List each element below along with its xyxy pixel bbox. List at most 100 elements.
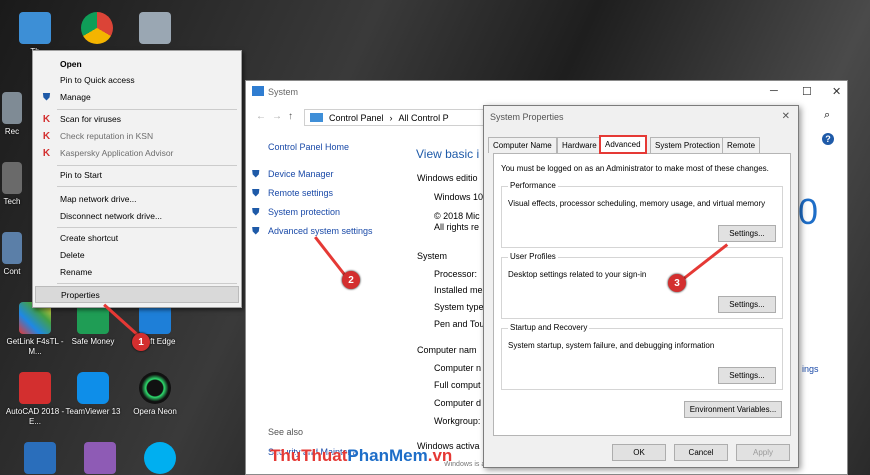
- desktop-icon-partial[interactable]: [10, 442, 70, 475]
- windows-edition-label: Windows editio: [417, 173, 478, 183]
- safe-money-icon[interactable]: Safe Money: [63, 302, 123, 347]
- menu-item-scan-viruses[interactable]: K Scan for viruses: [33, 111, 241, 127]
- help-icon[interactable]: ?: [822, 133, 834, 145]
- windows-logo-digit: 0: [798, 191, 819, 232]
- advanced-system-settings-link[interactable]: Advanced system settings: [268, 226, 373, 236]
- getlink-icon[interactable]: GetLink F4sTL - M...: [5, 302, 65, 357]
- tech-icon[interactable]: Tech: [0, 162, 32, 207]
- tab-hardware[interactable]: Hardware: [557, 137, 602, 153]
- watermark: ThuThuatPhanMem.vn: [270, 446, 453, 465]
- group-title: Performance: [508, 181, 558, 190]
- edition-line: All rights re: [434, 222, 480, 232]
- edition-line: © 2018 Mic: [434, 211, 480, 221]
- menu-item-check-reputation[interactable]: K Check reputation in KSN: [33, 128, 241, 144]
- system-window-icon: [252, 86, 264, 96]
- cancel-button[interactable]: Cancel: [674, 444, 728, 461]
- startup-recovery-group: Startup and Recovery System startup, sys…: [501, 323, 783, 390]
- tab-advanced[interactable]: Advanced: [599, 135, 647, 154]
- menu-item-properties[interactable]: Properties: [35, 286, 239, 303]
- scanner-app-icon[interactable]: [125, 12, 185, 47]
- menu-item-delete[interactable]: Delete: [33, 247, 241, 263]
- menu-item-rename[interactable]: Rename: [33, 264, 241, 280]
- device-manager-link[interactable]: Device Manager: [268, 169, 334, 179]
- recycle-bin-icon[interactable]: Rec: [0, 92, 32, 137]
- menu-separator: [57, 165, 237, 166]
- opera-neon-icon[interactable]: Opera Neon: [125, 372, 185, 417]
- computer-row: Computer d: [434, 398, 482, 408]
- tab-system-protection[interactable]: System Protection: [650, 137, 725, 153]
- kaspersky-icon: K: [42, 114, 51, 125]
- ok-button[interactable]: OK: [612, 444, 666, 461]
- tab-remote[interactable]: Remote: [722, 137, 761, 153]
- close-icon[interactable]: ✕: [832, 85, 841, 98]
- menu-separator: [57, 283, 237, 284]
- dialog-title: System Properties: [490, 112, 564, 122]
- performance-group: Performance Visual effects, processor sc…: [501, 181, 783, 248]
- kaspersky-icon: K: [42, 148, 51, 159]
- system-protection-link[interactable]: System protection: [268, 207, 340, 217]
- computer-row: Computer n: [434, 363, 482, 373]
- up-arrow-icon[interactable]: ↑: [288, 111, 293, 122]
- menu-separator: [57, 109, 237, 110]
- window-title: System: [268, 87, 299, 97]
- menu-item-pin-start[interactable]: Pin to Start: [33, 167, 241, 183]
- menu-item-kaspersky-advisor[interactable]: K Kaspersky Application Advisor: [33, 145, 241, 161]
- step-marker-3: 3: [668, 274, 686, 292]
- desktop-icon-partial[interactable]: [70, 442, 130, 475]
- menu-item-pin-quick-access[interactable]: Pin to Quick access: [33, 72, 241, 88]
- group-description: System startup, system failure, and debu…: [508, 341, 715, 350]
- system-row: System type: [434, 302, 484, 312]
- control-panel-icon: [310, 113, 323, 122]
- system-row: Installed me: [434, 285, 483, 295]
- breadcrumb-control-panel[interactable]: Control Panel: [329, 113, 384, 123]
- search-icon[interactable]: ⌕: [824, 109, 830, 122]
- kaspersky-icon: K: [42, 131, 51, 142]
- forward-arrow-icon[interactable]: →: [272, 111, 282, 122]
- group-title: Startup and Recovery: [508, 323, 590, 332]
- system-row: Processor:: [434, 269, 478, 279]
- group-description: Desktop settings related to your sign-in: [508, 270, 647, 279]
- menu-item-map-drive[interactable]: Map network drive...: [33, 191, 241, 207]
- admin-note: You must be logged on as an Administrato…: [501, 164, 769, 173]
- step-marker-2: 2: [342, 271, 360, 289]
- maximize-icon[interactable]: ☐: [802, 85, 812, 98]
- shield-icon: ⛊: [252, 188, 260, 199]
- tab-computer-name[interactable]: Computer Name: [488, 137, 557, 153]
- shield-icon: ⛊: [252, 226, 260, 237]
- teamviewer-icon[interactable]: TeamViewer 13: [63, 372, 123, 417]
- environment-variables-button[interactable]: Environment Variables...: [684, 401, 782, 418]
- step-marker-1: 1: [132, 333, 150, 351]
- menu-item-open[interactable]: Open: [33, 56, 241, 72]
- breadcrumb-all-control-panel[interactable]: All Control P: [399, 113, 449, 123]
- chrome-icon[interactable]: [67, 12, 127, 47]
- edition-line: Windows 10: [434, 192, 484, 202]
- autocad-icon[interactable]: AutoCAD 2018 - E...: [5, 372, 65, 427]
- close-icon[interactable]: ✕: [782, 111, 790, 122]
- advanced-tab-panel: You must be logged on as an Administrato…: [493, 153, 791, 436]
- control-icon[interactable]: Cont: [0, 232, 32, 277]
- startup-recovery-settings-button[interactable]: Settings...: [718, 367, 776, 384]
- user-profiles-group: User Profiles Desktop settings related t…: [501, 252, 783, 319]
- group-title: User Profiles: [508, 252, 558, 261]
- apply-button[interactable]: Apply: [736, 444, 790, 461]
- group-description: Visual effects, processor scheduling, me…: [508, 199, 766, 208]
- computer-row: Workgroup:: [434, 416, 481, 426]
- shield-icon: ⛊: [252, 207, 260, 218]
- back-arrow-icon[interactable]: ←: [256, 111, 266, 122]
- remote-settings-link[interactable]: Remote settings: [268, 188, 333, 198]
- performance-settings-button[interactable]: Settings...: [718, 225, 776, 242]
- minimize-icon[interactable]: ─: [770, 85, 778, 97]
- breadcrumb-separator: ›: [389, 112, 393, 123]
- control-panel-home-link[interactable]: Control Panel Home: [268, 142, 349, 152]
- skype-icon[interactable]: [130, 442, 190, 475]
- shield-icon: ⛊: [42, 92, 51, 103]
- see-also-label: See also: [268, 427, 304, 437]
- menu-item-create-shortcut[interactable]: Create shortcut: [33, 230, 241, 246]
- change-settings-link[interactable]: ings: [802, 364, 819, 374]
- user-profiles-settings-button[interactable]: Settings...: [718, 296, 776, 313]
- shield-icon: ⛊: [252, 169, 260, 180]
- menu-item-manage[interactable]: ⛊ Manage: [33, 89, 241, 105]
- system-row: Pen and Tou: [434, 319, 485, 329]
- menu-item-disconnect-drive[interactable]: Disconnect network drive...: [33, 208, 241, 224]
- system-properties-dialog: System Properties ✕ Computer Name Hardwa…: [483, 105, 799, 468]
